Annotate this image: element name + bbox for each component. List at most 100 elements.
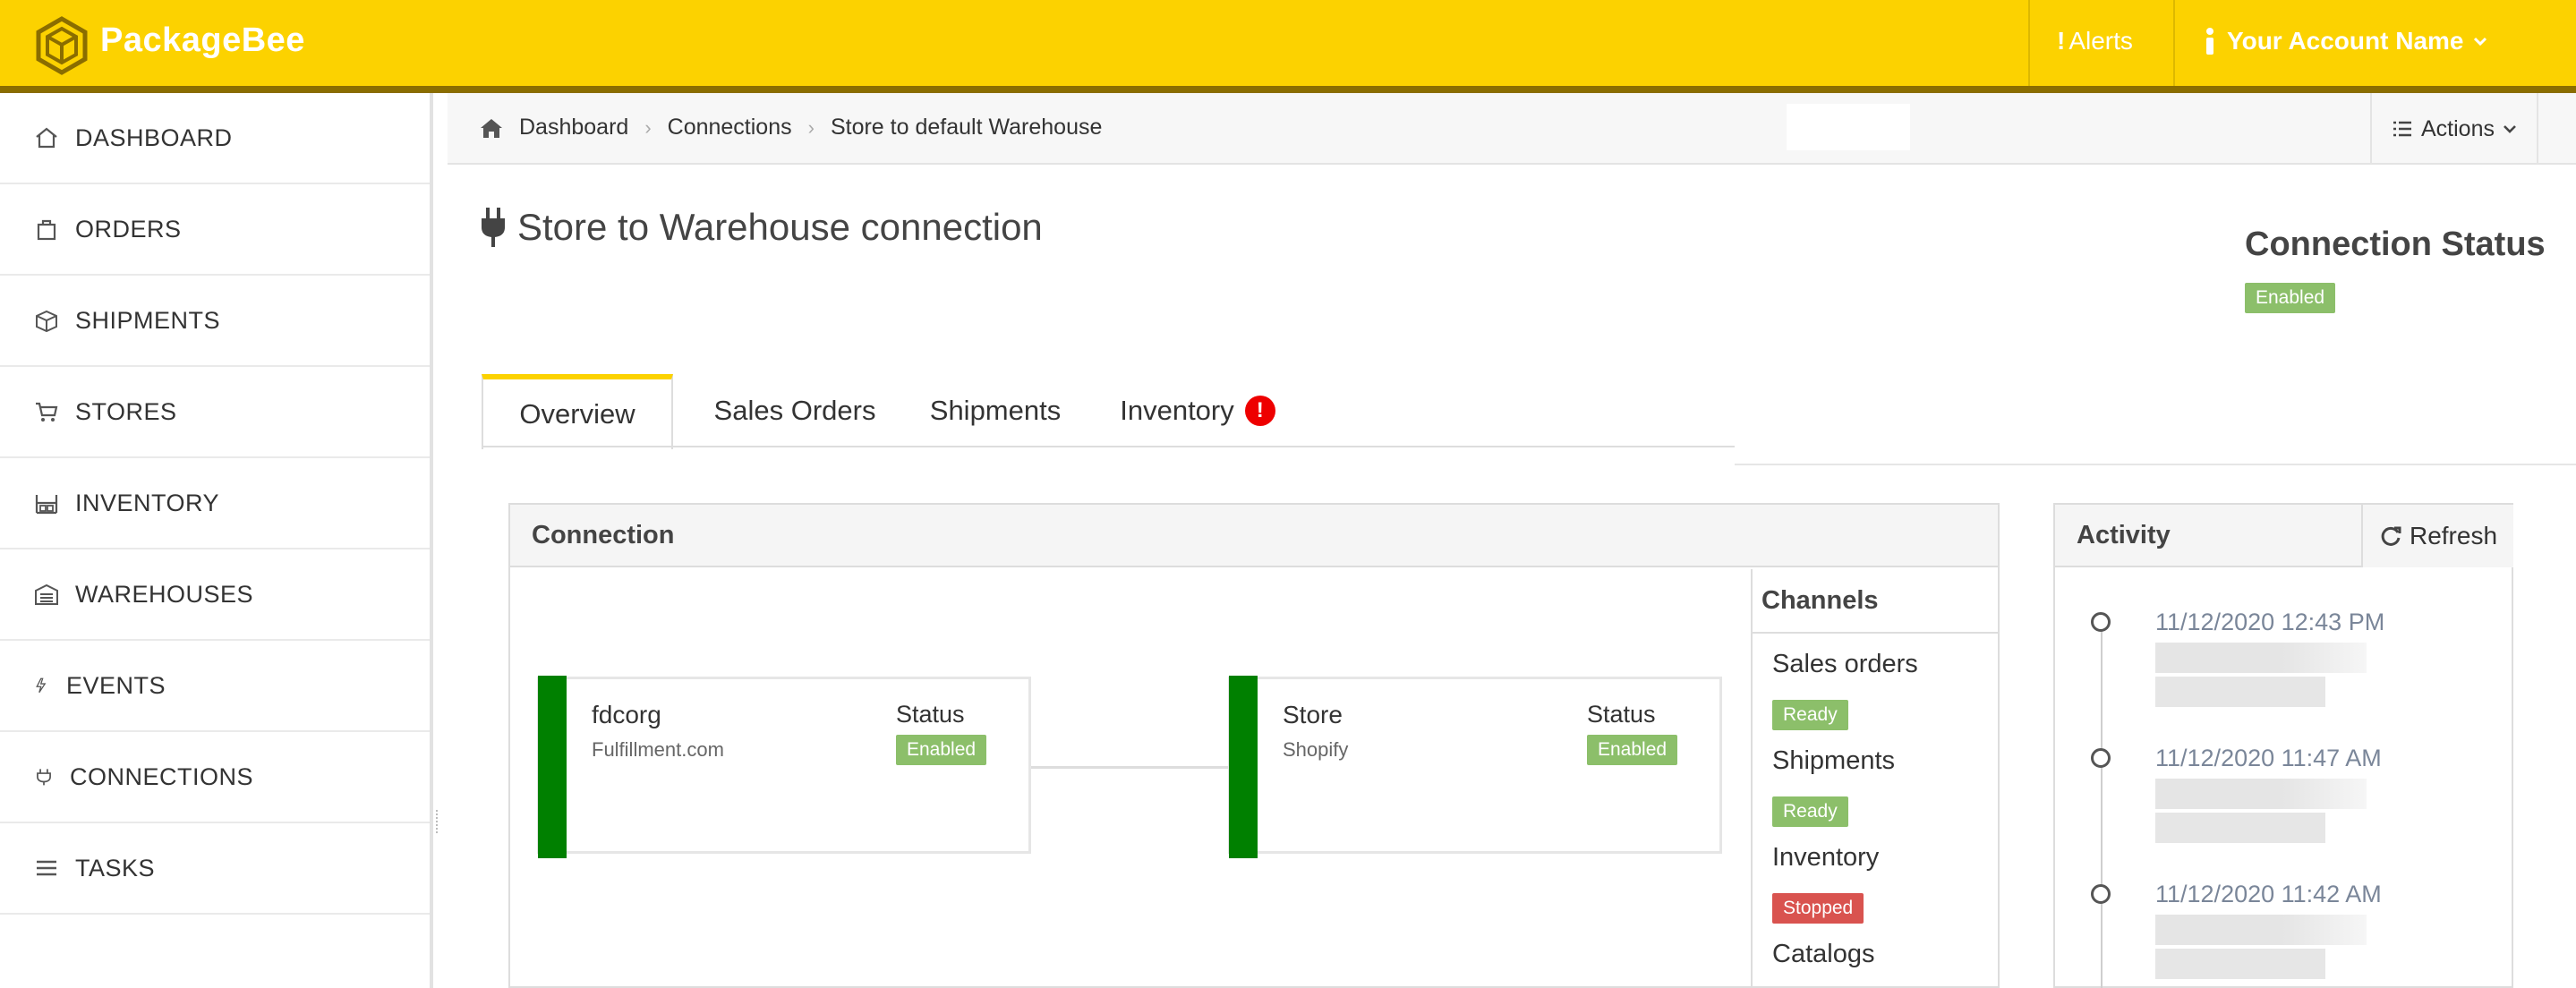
channel-name[interactable]: Catalogs: [1772, 940, 1874, 969]
plug-icon: [482, 208, 505, 247]
node-status-bar: [1229, 676, 1258, 858]
activity-date: 11/12/2020 12:43 PM: [2155, 609, 2385, 635]
actions-dropdown[interactable]: Actions: [2370, 93, 2538, 165]
tab-shipments[interactable]: Shipments: [917, 374, 1074, 447]
activity-date: 11/12/2020 11:42 AM: [2155, 881, 2382, 907]
list-icon: [37, 860, 56, 876]
sidebar-item-label: SHIPMENTS: [75, 306, 221, 334]
tab-underline: [482, 446, 1735, 447]
sidebar-item-dashboard[interactable]: DASHBOARD: [0, 93, 430, 184]
activity-redacted-text: [2155, 779, 2367, 809]
alert-icon: !: [1244, 396, 1275, 426]
sidebar-item-label: INVENTORY: [75, 489, 220, 516]
packagebee-logo-icon[interactable]: [32, 16, 91, 75]
channel-name[interactable]: Shipments: [1772, 746, 1895, 776]
tab-label: Inventory: [1120, 395, 1234, 426]
page-title-text: Store to Warehouse connection: [517, 206, 1043, 248]
top-bar: PackageBee ! Alerts Your Account Name: [0, 0, 2576, 86]
breadcrumb-bar: Dashboard › Connections › Store to defau…: [448, 93, 2576, 165]
alerts-label: Alerts: [2068, 27, 2133, 55]
top-divider: [2173, 0, 2175, 86]
sidebar-item-label: CONNECTIONS: [70, 762, 254, 790]
sidebar-item-label: WAREHOUSES: [75, 580, 254, 608]
sidebar-item-inventory[interactable]: INVENTORY: [0, 458, 430, 549]
tab-sales-orders[interactable]: Sales Orders: [673, 374, 917, 447]
sidebar-item-orders[interactable]: ORDERS: [0, 184, 430, 276]
top-divider: [2028, 0, 2030, 86]
tab-label: Overview: [519, 398, 635, 430]
breadcrumb-dashboard[interactable]: Dashboard: [519, 115, 628, 141]
account-menu[interactable]: Your Account Name: [2204, 27, 2487, 55]
alerts-button[interactable]: ! Alerts: [2057, 27, 2133, 55]
breadcrumb-connections[interactable]: Connections: [668, 115, 792, 141]
channel-name[interactable]: Sales orders: [1772, 650, 1918, 679]
home-icon[interactable]: [480, 117, 503, 139]
refresh-icon: [2381, 526, 2401, 546]
sidebar-resize-handle[interactable]: [436, 810, 439, 833]
plug-icon: [37, 769, 51, 786]
breadcrumb: Dashboard › Connections › Store to defau…: [480, 115, 1102, 141]
actions-label: Actions: [2421, 115, 2495, 141]
activity-redacted-text: [2155, 915, 2367, 945]
sidebar: DASHBOARD ORDERS SHIPMENTS STORES INVENT…: [0, 93, 433, 988]
header-divider: [1735, 464, 2576, 465]
connection-status-title: Connection Status: [2245, 226, 2546, 263]
node-platform: Shopify: [1283, 738, 1349, 761]
sidebar-item-label: DASHBOARD: [75, 124, 233, 151]
channel-status-badge: Ready: [1772, 796, 1848, 827]
sidebar-item-label: TASKS: [75, 854, 156, 882]
activity-redacted-text: [2155, 949, 2325, 979]
sidebar-item-connections[interactable]: CONNECTIONS: [0, 732, 430, 823]
chevron-down-icon: [2503, 125, 2516, 133]
channel-status-badge: Stopped: [1772, 893, 1864, 924]
sidebar-item-stores[interactable]: STORES: [0, 367, 430, 458]
sidebar-item-tasks[interactable]: TASKS: [0, 823, 430, 915]
activity-redacted-text: [2155, 643, 2367, 673]
store-node[interactable]: Store Shopify Status Enabled: [1228, 676, 1722, 858]
timeline-dot: [2091, 884, 2111, 904]
top-bar-border: [0, 86, 2576, 93]
activity-redacted-text: [2155, 677, 2325, 707]
connection-panel-title: Connection: [510, 505, 1998, 567]
channel-status-badge: Ready: [1772, 700, 1848, 730]
cart-icon: [36, 402, 58, 422]
tab-label: Shipments: [929, 395, 1062, 426]
connection-line: [1031, 766, 1230, 769]
node-status-badge: Enabled: [1587, 735, 1678, 765]
warehouse-node[interactable]: fdcorg Fulfillment.com Status Enabled: [537, 676, 1031, 858]
box-icon: [36, 310, 57, 333]
page-title: Store to Warehouse connection: [480, 206, 1043, 249]
refresh-label: Refresh: [2409, 522, 2498, 549]
bag-icon: [37, 219, 56, 241]
timeline-dot: [2091, 612, 2111, 632]
breadcrumb-blank-area: [1787, 104, 1910, 150]
brand-name[interactable]: PackageBee: [100, 21, 305, 60]
exclamation-icon: !: [2057, 27, 2066, 55]
sidebar-item-warehouses[interactable]: WAREHOUSES: [0, 549, 430, 641]
node-platform: Fulfillment.com: [592, 738, 724, 761]
tab-overview[interactable]: Overview: [482, 374, 673, 449]
user-icon: [2206, 28, 2213, 55]
timeline-dot: [2091, 748, 2111, 768]
breadcrumb-current: Store to default Warehouse: [830, 115, 1103, 140]
channel-name[interactable]: Inventory: [1772, 843, 1879, 873]
sidebar-item-shipments[interactable]: SHIPMENTS: [0, 276, 430, 367]
account-name: Your Account Name: [2227, 27, 2464, 55]
home-icon: [36, 127, 57, 149]
channels-title: Channels: [1753, 569, 2000, 634]
breadcrumb-separator: ›: [644, 115, 652, 139]
node-name: fdcorg: [592, 701, 661, 728]
breadcrumb-separator: ›: [807, 115, 815, 139]
bolt-icon: [36, 677, 47, 694]
connection-status-badge: Enabled: [2245, 283, 2336, 313]
sidebar-item-events[interactable]: EVENTS: [0, 641, 430, 732]
channels-panel: Channels Sales orders Ready Shipments Re…: [1751, 569, 2000, 988]
tab-label: Sales Orders: [713, 395, 876, 426]
tab-inventory[interactable]: Inventory !: [1074, 374, 1321, 447]
node-status-bar: [538, 676, 567, 858]
refresh-button[interactable]: Refresh: [2361, 505, 2513, 567]
sidebar-item-label: ORDERS: [75, 215, 182, 243]
node-status-label: Status: [1587, 701, 1656, 728]
activity-redacted-text: [2155, 813, 2325, 843]
list-check-icon: [2393, 121, 2411, 137]
